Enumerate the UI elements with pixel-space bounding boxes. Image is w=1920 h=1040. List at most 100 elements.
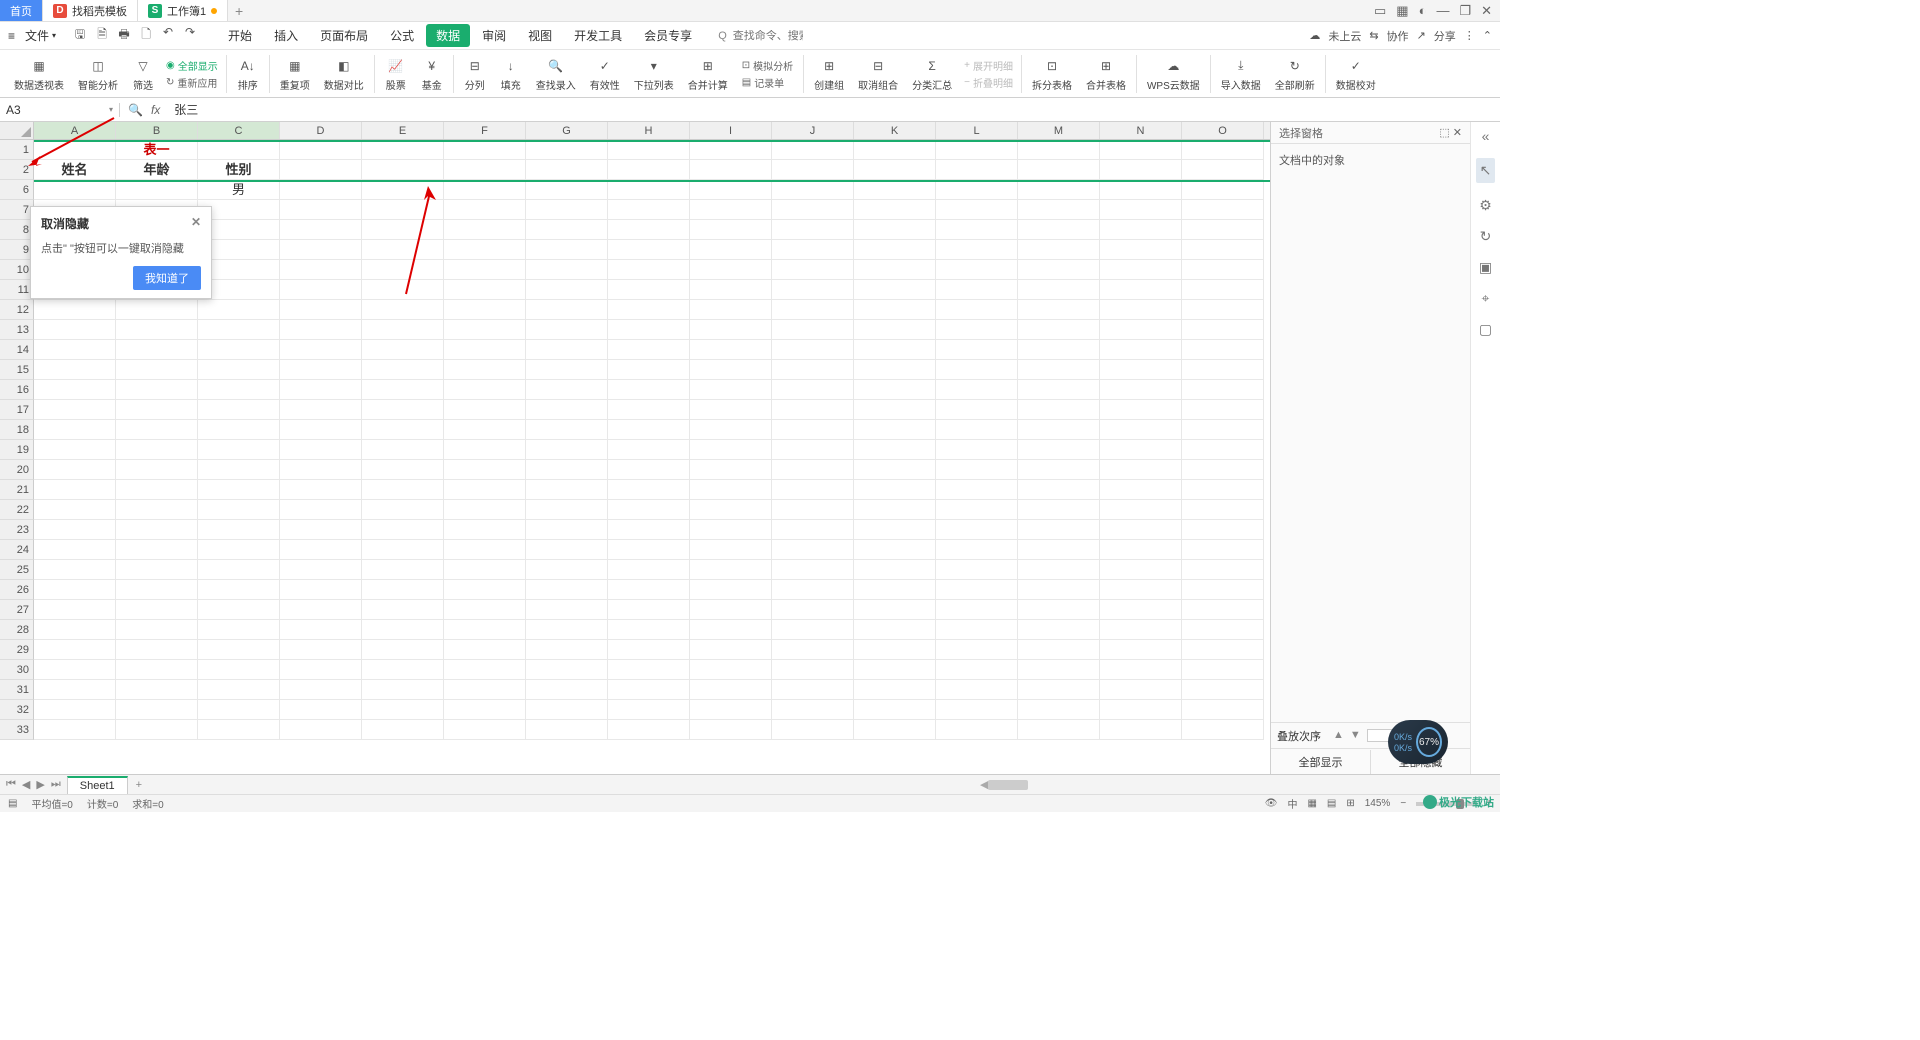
col-M[interactable]: M <box>1018 122 1100 139</box>
cell[interactable] <box>1018 660 1100 680</box>
cell[interactable] <box>34 640 116 660</box>
cell[interactable] <box>198 380 280 400</box>
cell[interactable] <box>526 440 608 460</box>
close-icon[interactable]: ✕ <box>1481 3 1492 19</box>
cell[interactable] <box>1100 620 1182 640</box>
cell[interactable] <box>772 600 854 620</box>
tab-dev[interactable]: 开发工具 <box>564 24 632 47</box>
minimize-icon[interactable]: — <box>1436 3 1449 18</box>
cell[interactable] <box>362 600 444 620</box>
sheet-next-icon[interactable]: ▶ <box>36 778 44 791</box>
cell[interactable] <box>280 340 362 360</box>
cell[interactable] <box>444 360 526 380</box>
cell[interactable] <box>444 440 526 460</box>
cell[interactable] <box>280 380 362 400</box>
cell[interactable] <box>772 500 854 520</box>
cell[interactable] <box>362 720 444 740</box>
cell[interactable] <box>1018 700 1100 720</box>
cell[interactable] <box>1018 600 1100 620</box>
cell[interactable] <box>280 160 362 180</box>
cell[interactable] <box>1100 340 1182 360</box>
cell[interactable] <box>690 520 772 540</box>
cell[interactable] <box>362 300 444 320</box>
cell[interactable] <box>608 440 690 460</box>
send-backward-icon[interactable]: ▼ <box>1350 729 1361 742</box>
view-break-icon[interactable]: ⊞ <box>1346 798 1354 809</box>
cell[interactable] <box>936 500 1018 520</box>
cell[interactable] <box>1100 680 1182 700</box>
cell[interactable] <box>936 540 1018 560</box>
cell[interactable] <box>526 420 608 440</box>
cell[interactable] <box>772 220 854 240</box>
cell[interactable] <box>34 680 116 700</box>
cell[interactable] <box>936 560 1018 580</box>
cell[interactable] <box>34 520 116 540</box>
cell[interactable] <box>936 580 1018 600</box>
row-header-33[interactable]: 33 <box>0 720 34 740</box>
row-header-9[interactable]: 9 <box>0 240 34 260</box>
cell[interactable] <box>198 560 280 580</box>
cell[interactable] <box>690 540 772 560</box>
cell[interactable] <box>608 680 690 700</box>
cell[interactable] <box>608 480 690 500</box>
cell[interactable] <box>772 700 854 720</box>
cell[interactable] <box>1018 180 1100 200</box>
sort-button[interactable]: A↓排序 <box>231 56 265 92</box>
hamburger-icon[interactable]: ≡ <box>8 29 15 43</box>
cell[interactable] <box>280 620 362 640</box>
cell[interactable] <box>1100 220 1182 240</box>
sheet-first-icon[interactable]: ⏮ <box>6 778 16 791</box>
add-sheet-button[interactable]: + <box>128 779 150 791</box>
cell[interactable]: 年龄 <box>116 160 198 180</box>
cell[interactable] <box>936 200 1018 220</box>
cell[interactable] <box>1018 220 1100 240</box>
cell[interactable] <box>280 320 362 340</box>
user-icon[interactable]: ◐ <box>1419 3 1427 18</box>
cell[interactable] <box>690 580 772 600</box>
cell[interactable] <box>690 300 772 320</box>
cell[interactable] <box>854 220 936 240</box>
cell[interactable] <box>280 700 362 720</box>
lookup-fx-icon[interactable]: 🔍 <box>128 103 143 117</box>
cell[interactable] <box>1182 360 1264 380</box>
cell[interactable] <box>362 560 444 580</box>
filter-button[interactable]: ▽筛选 <box>126 56 160 92</box>
row-header-29[interactable]: 29 <box>0 640 34 660</box>
cell[interactable] <box>198 340 280 360</box>
cell[interactable] <box>772 560 854 580</box>
cell[interactable] <box>116 500 198 520</box>
cell[interactable] <box>198 480 280 500</box>
cell[interactable] <box>854 280 936 300</box>
cell[interactable] <box>690 280 772 300</box>
cell[interactable] <box>1100 160 1182 180</box>
cell[interactable] <box>936 640 1018 660</box>
cell[interactable] <box>936 340 1018 360</box>
cell[interactable] <box>1182 420 1264 440</box>
cell[interactable] <box>280 360 362 380</box>
cell[interactable] <box>198 460 280 480</box>
cell[interactable] <box>690 680 772 700</box>
cell[interactable] <box>362 280 444 300</box>
cell[interactable] <box>116 600 198 620</box>
cell[interactable] <box>936 140 1018 160</box>
cell[interactable] <box>1100 600 1182 620</box>
cell[interactable] <box>116 180 198 200</box>
cell[interactable] <box>936 360 1018 380</box>
cell[interactable] <box>444 600 526 620</box>
refresh-button[interactable]: ↻全部刷新 <box>1269 56 1321 92</box>
cell[interactable] <box>772 640 854 660</box>
cell[interactable] <box>772 140 854 160</box>
cell[interactable] <box>1182 160 1264 180</box>
cell[interactable] <box>936 280 1018 300</box>
lookup-button[interactable]: 🔍查找录入 <box>530 56 582 92</box>
col-O[interactable]: O <box>1182 122 1264 139</box>
cell[interactable] <box>936 300 1018 320</box>
cell[interactable] <box>1018 480 1100 500</box>
tab-workbook[interactable]: S 工作簿1 <box>138 0 228 21</box>
cell[interactable] <box>444 660 526 680</box>
cell[interactable] <box>280 440 362 460</box>
cell[interactable] <box>690 180 772 200</box>
row-header-7[interactable]: 7 <box>0 200 34 220</box>
row-header-6[interactable]: 6 <box>0 180 34 200</box>
print-preview-icon[interactable]: 🗋 <box>138 25 154 46</box>
